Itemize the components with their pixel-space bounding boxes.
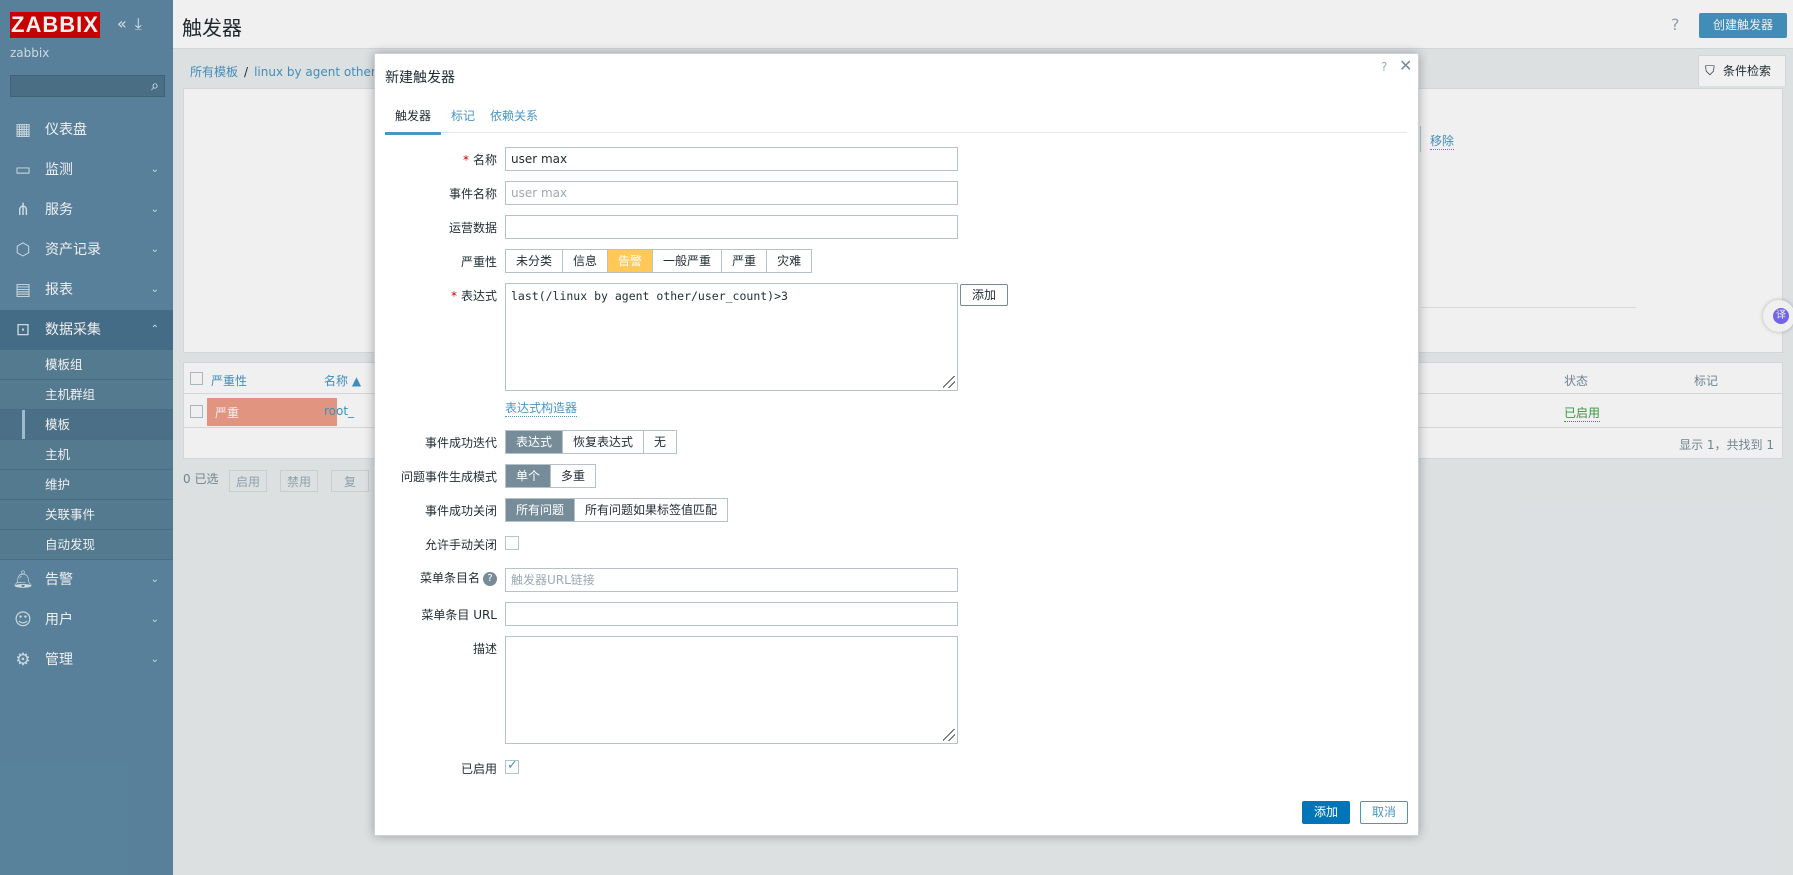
ok-close-selector: 所有问题 所有问题如果标签值匹配 xyxy=(505,498,729,522)
menu-name-label: 菜单条目名? xyxy=(375,569,497,586)
dialog-help-icon[interactable]: ? xyxy=(1381,60,1387,74)
description-textarea[interactable] xyxy=(505,636,958,744)
help-icon[interactable]: ? xyxy=(483,571,497,586)
ok-close-tag-match[interactable]: 所有问题如果标签值匹配 xyxy=(575,499,728,521)
menu-url-label: 菜单条目 URL xyxy=(421,608,497,622)
manual-close-checkbox[interactable] xyxy=(505,536,519,550)
name-input[interactable]: user max xyxy=(505,147,958,171)
problem-mode-multiple[interactable]: 多重 xyxy=(551,465,596,487)
enabled-checkbox[interactable] xyxy=(505,758,519,774)
name-label: * 名称 xyxy=(375,151,497,168)
problem-mode-single[interactable]: 单个 xyxy=(506,465,552,487)
description-label: 描述 xyxy=(472,642,497,656)
ok-close-all-problems[interactable]: 所有问题 xyxy=(506,499,576,521)
severity-label: 严重性 xyxy=(460,255,497,269)
resize-handle-icon[interactable] xyxy=(943,729,955,741)
manual-close-label: 允许手动关闭 xyxy=(424,538,497,552)
severity-warning[interactable]: 告警 xyxy=(608,250,654,272)
cancel-button[interactable]: 取消 xyxy=(1360,801,1408,824)
menu-name-label-text: 菜单条目名 xyxy=(419,571,480,585)
problem-mode-label: 问题事件生成模式 xyxy=(400,470,497,484)
dialog-title: 新建触发器 xyxy=(385,70,455,86)
ok-event-recovery-expression[interactable]: 恢复表达式 xyxy=(563,431,645,453)
ok-event-none[interactable]: 无 xyxy=(644,431,677,453)
severity-disaster[interactable]: 灾难 xyxy=(767,250,812,272)
opdata-label: 运营数据 xyxy=(448,221,497,235)
severity-information[interactable]: 信息 xyxy=(563,250,609,272)
ok-event-expression[interactable]: 表达式 xyxy=(506,431,564,453)
tab-trigger[interactable]: 触发器 xyxy=(385,108,442,135)
tab-dependencies[interactable]: 依赖关系 xyxy=(480,108,548,132)
required-marker: * xyxy=(462,153,469,167)
expression-textarea[interactable]: last(/linux by agent other/user_count)>3 xyxy=(505,283,958,391)
close-icon[interactable]: ✕ xyxy=(1399,56,1412,75)
event-name-input[interactable]: user max xyxy=(505,181,958,205)
new-trigger-dialog: 新建触发器 ? ✕ 触发器 标记 依赖关系 * 名称 user max 事件名称 … xyxy=(374,53,1419,836)
required-marker: * xyxy=(450,289,457,303)
expression-label: * 表达式 xyxy=(375,287,497,304)
ok-close-label: 事件成功关闭 xyxy=(424,504,497,518)
menu-url-input[interactable] xyxy=(505,602,958,626)
severity-high[interactable]: 严重 xyxy=(722,250,768,272)
add-button[interactable]: 添加 xyxy=(1302,801,1350,824)
severity-selector: 未分类 信息 告警 一般严重 严重 灾难 xyxy=(505,249,813,273)
event-name-label: 事件名称 xyxy=(448,187,497,201)
ok-event-selector: 表达式 恢复表达式 无 xyxy=(505,430,678,454)
problem-mode-selector: 单个 多重 xyxy=(505,464,597,488)
expression-builder-link[interactable]: 表达式构造器 xyxy=(505,399,578,417)
opdata-input[interactable] xyxy=(505,215,958,239)
resize-handle-icon[interactable] xyxy=(943,376,955,388)
enabled-label: 已启用 xyxy=(460,762,497,776)
expression-add-button[interactable]: 添加 xyxy=(960,284,1008,306)
severity-not-classified[interactable]: 未分类 xyxy=(506,250,564,272)
expression-label-text: 表达式 xyxy=(460,289,497,303)
name-label-text: 名称 xyxy=(472,153,497,167)
expression-text: last(/linux by agent other/user_count)>3 xyxy=(511,289,788,303)
severity-average[interactable]: 一般严重 xyxy=(653,250,723,272)
tab-tags[interactable]: 标记 xyxy=(441,108,485,132)
dialog-tabs: 触发器 标记 依赖关系 xyxy=(385,108,1407,135)
menu-name-input[interactable]: 触发器URL链接 xyxy=(505,568,958,592)
ok-event-label: 事件成功迭代 xyxy=(424,436,497,450)
